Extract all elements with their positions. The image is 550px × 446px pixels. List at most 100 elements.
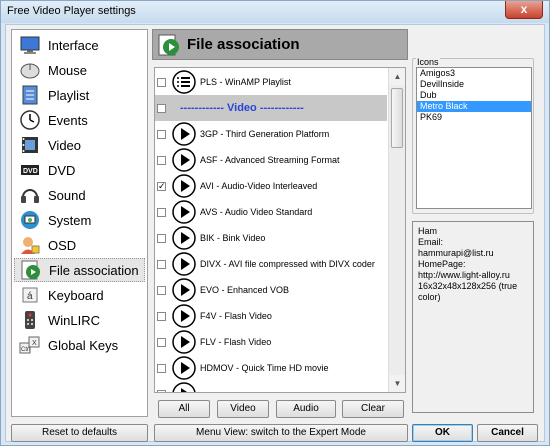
- sidebar-item-playlist[interactable]: Playlist: [14, 83, 145, 107]
- checkbox[interactable]: [157, 129, 166, 139]
- select-audio-button[interactable]: Audio: [276, 400, 336, 418]
- select-all-button[interactable]: All: [158, 400, 210, 418]
- remote-icon: [19, 309, 41, 331]
- sidebar-item-keyboard[interactable]: á Keyboard: [14, 283, 145, 307]
- file-type-list[interactable]: PLS - WinAMP Playlist ------------ Video…: [154, 67, 406, 393]
- sidebar-item-osd[interactable]: OSD: [14, 233, 145, 257]
- list-item[interactable]: ✓ AVI - Audio-Video Interleaved: [155, 173, 387, 199]
- list-item[interactable]: Amigos3: [417, 68, 531, 79]
- icon-set-list[interactable]: Amigos3 DevilInside Dub Metro Black PK69: [416, 67, 532, 209]
- list-item[interactable]: Metro Black: [417, 101, 531, 112]
- sidebar-item-global-keys[interactable]: Ctrl X Global Keys: [14, 333, 145, 357]
- sidebar-item-label: Global Keys: [48, 337, 119, 353]
- keyboard-icon: á: [19, 284, 41, 306]
- scroll-down-icon[interactable]: ▼: [389, 375, 405, 392]
- checkbox[interactable]: [157, 311, 166, 321]
- settings-window: Free Video Player settings x Interface M…: [0, 0, 550, 446]
- checkbox[interactable]: ✓: [157, 181, 166, 191]
- panel-title: File association: [187, 36, 300, 53]
- file-type-label: F4V - Flash Video: [200, 311, 272, 321]
- homepage-value: http://www.light-alloy.ru: [418, 270, 510, 280]
- list-item[interactable]: EVO - Enhanced VOB: [155, 277, 387, 303]
- scroll-thumb[interactable]: [391, 88, 403, 148]
- file-type-label: AVS - Audio Video Standard: [200, 207, 313, 217]
- sidebar-item-system[interactable]: System: [14, 208, 145, 232]
- sidebar-item-label: Events: [48, 112, 88, 128]
- list-item[interactable]: DevilInside: [417, 79, 531, 90]
- client-area: Interface Mouse Playlist Events Video DV…: [5, 24, 545, 442]
- sidebar-item-interface[interactable]: Interface: [14, 33, 145, 57]
- list-item[interactable]: 3GP - Third Generation Platform: [155, 121, 387, 147]
- list-item[interactable]: Dub: [417, 90, 531, 101]
- sidebar-item-file-association[interactable]: File association: [14, 258, 145, 282]
- checkbox[interactable]: [157, 103, 166, 113]
- sidebar: Interface Mouse Playlist Events Video DV…: [11, 29, 148, 417]
- author-name: Ham: [418, 226, 438, 236]
- sidebar-item-events[interactable]: Events: [14, 108, 145, 132]
- checkbox[interactable]: [157, 363, 166, 373]
- vertical-scrollbar[interactable]: ▲ ▼: [388, 68, 405, 392]
- select-video-button[interactable]: Video: [217, 400, 269, 418]
- sidebar-item-mouse[interactable]: Mouse: [14, 58, 145, 82]
- file-type-label: HDMOV - Quick Time HD movie: [200, 363, 329, 373]
- play-icon: [172, 382, 196, 392]
- svg-text:Ctrl: Ctrl: [21, 347, 30, 353]
- clock-icon: [19, 109, 41, 131]
- scroll-up-icon[interactable]: ▲: [389, 68, 405, 85]
- cancel-button[interactable]: Cancel: [477, 424, 538, 442]
- ok-button[interactable]: OK: [412, 424, 473, 442]
- list-item[interactable]: HDMOV - Quick Time HD movie: [155, 355, 387, 381]
- menu-view-button[interactable]: Menu View: switch to the Expert Mode: [154, 424, 408, 442]
- checkbox[interactable]: [157, 259, 166, 269]
- file-type-label: PLS - WinAMP Playlist: [200, 77, 291, 87]
- sidebar-item-sound[interactable]: Sound: [14, 183, 145, 207]
- icons-label: Icons: [416, 57, 440, 67]
- clear-button[interactable]: Clear: [342, 400, 404, 418]
- mouse-icon: [19, 59, 41, 81]
- checkbox[interactable]: [157, 77, 166, 87]
- list-item[interactable]: AVS - Audio Video Standard: [155, 199, 387, 225]
- list-item[interactable]: PLS - WinAMP Playlist: [155, 69, 387, 95]
- group-header-video[interactable]: ------------ Video ------------: [155, 95, 387, 121]
- checkbox[interactable]: [157, 337, 166, 347]
- list-item[interactable]: ASF - Advanced Streaming Format: [155, 147, 387, 173]
- list-item[interactable]: BIK - Bink Video: [155, 225, 387, 251]
- checkbox[interactable]: [157, 389, 166, 392]
- file-type-label: BIK - Bink Video: [200, 233, 266, 243]
- window-title: Free Video Player settings: [7, 5, 136, 17]
- playlist-icon: [19, 84, 41, 106]
- filter-buttons: All Video Audio Clear: [158, 400, 404, 418]
- list-item[interactable]: [155, 381, 387, 392]
- list-item[interactable]: PK69: [417, 112, 531, 123]
- panel-header: File association: [152, 29, 408, 60]
- sidebar-item-dvd[interactable]: DVD DVD: [14, 158, 145, 182]
- svg-text:á: á: [27, 291, 33, 302]
- checkbox[interactable]: [157, 207, 166, 217]
- list-item[interactable]: F4V - Flash Video: [155, 303, 387, 329]
- checkbox[interactable]: [157, 285, 166, 295]
- play-icon: [172, 278, 196, 302]
- close-button[interactable]: x: [505, 1, 543, 19]
- homepage-label: HomePage:: [418, 259, 466, 269]
- dvd-icon: DVD: [19, 159, 41, 181]
- list-item[interactable]: FLV - Flash Video: [155, 329, 387, 355]
- svg-text:DVD: DVD: [23, 168, 38, 175]
- global-keys-icon: Ctrl X: [19, 334, 41, 356]
- title-bar[interactable]: Free Video Player settings x: [1, 1, 549, 23]
- file-association-panel: File association PLS - WinAMP Playlist -…: [152, 29, 408, 418]
- reset-defaults-button[interactable]: Reset to defaults: [11, 424, 148, 442]
- sidebar-item-label: Video: [48, 137, 82, 153]
- icon-sizes: 16x32x48x128x256 (true color): [418, 281, 520, 302]
- play-icon: [172, 200, 196, 224]
- film-icon: [19, 134, 41, 156]
- list-item[interactable]: DIVX - AVI file compressed with DIVX cod…: [155, 251, 387, 277]
- checkbox[interactable]: [157, 155, 166, 165]
- icon-set-info: Ham Email: hammurapi@list.ru HomePage: h…: [412, 221, 534, 413]
- checkbox[interactable]: [157, 233, 166, 243]
- sidebar-item-winlirc[interactable]: WinLIRC: [14, 308, 145, 332]
- list-icon: [172, 70, 196, 94]
- file-association-icon: [157, 33, 181, 57]
- play-icon: [172, 252, 196, 276]
- file-type-label: FLV - Flash Video: [200, 337, 272, 347]
- sidebar-item-video[interactable]: Video: [14, 133, 145, 157]
